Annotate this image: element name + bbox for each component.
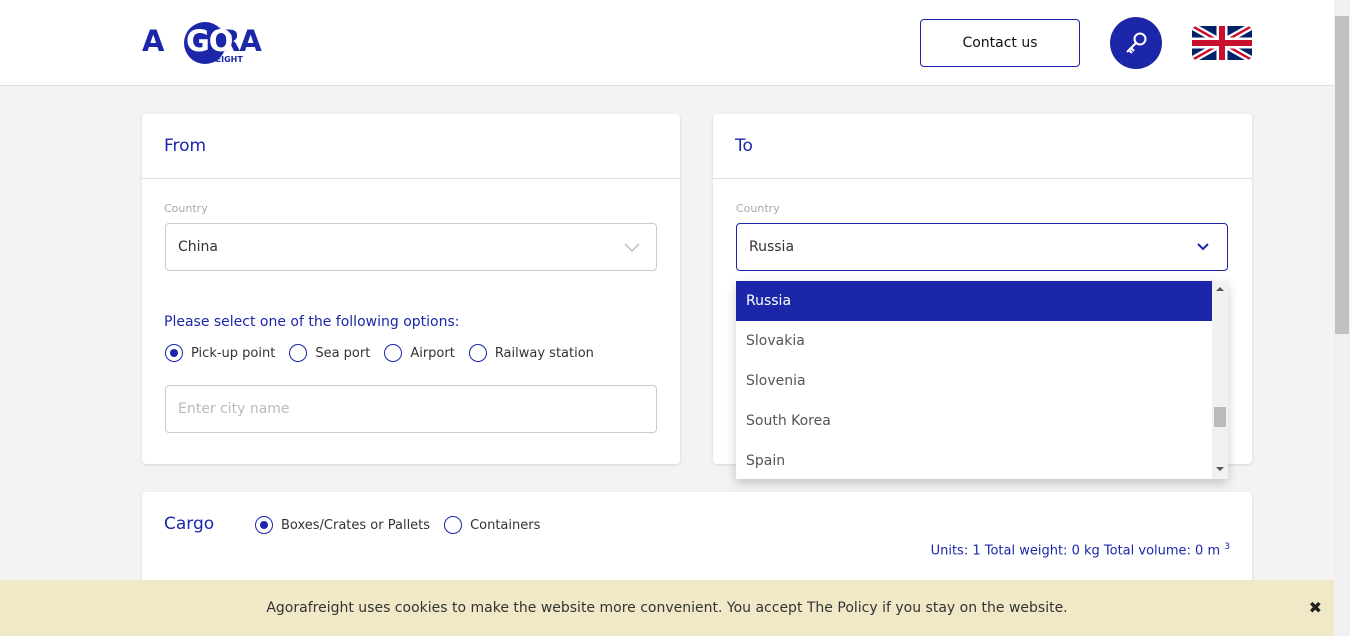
dropdown-scrollbar[interactable] bbox=[1212, 281, 1228, 479]
cookie-text: Agorafreight uses cookies to make the we… bbox=[266, 600, 1068, 616]
city-input[interactable]: Enter city name bbox=[165, 385, 657, 433]
options-label: Please select one of the following optio… bbox=[164, 314, 460, 330]
cookie-banner: Agorafreight uses cookies to make the we… bbox=[0, 580, 1334, 636]
uk-flag-icon bbox=[1192, 26, 1252, 60]
to-country-label: Country bbox=[736, 202, 780, 215]
from-card: From Country China Please select one of … bbox=[142, 114, 680, 464]
from-country-value: China bbox=[178, 239, 218, 255]
radio-pickup-point[interactable]: Pick-up point bbox=[165, 344, 275, 362]
from-country-select[interactable]: China bbox=[165, 223, 657, 271]
to-country-value: Russia bbox=[749, 239, 795, 255]
radio-sea-port[interactable]: Sea port bbox=[289, 344, 370, 362]
contact-us-button[interactable]: Contact us bbox=[920, 19, 1080, 67]
language-button[interactable] bbox=[1192, 26, 1252, 60]
dropdown-option[interactable]: Russia bbox=[736, 281, 1212, 321]
radio-containers[interactable]: Containers bbox=[444, 516, 540, 534]
close-icon[interactable]: ✖ bbox=[1309, 580, 1322, 636]
login-button[interactable] bbox=[1110, 17, 1162, 69]
cargo-summary: Units: 1 Total weight: 0 kg Total volume… bbox=[930, 542, 1230, 559]
city-placeholder: Enter city name bbox=[178, 401, 290, 417]
agora-freight-logo[interactable]: A RA GO FREIGHT bbox=[142, 22, 262, 66]
cargo-title: Cargo bbox=[164, 514, 215, 534]
from-country-label: Country bbox=[164, 202, 208, 215]
dropdown-option[interactable]: South Korea bbox=[736, 401, 1212, 441]
key-icon bbox=[1126, 32, 1147, 54]
dropdown-option[interactable]: Slovakia bbox=[736, 321, 1212, 361]
chevron-down-icon bbox=[1197, 243, 1209, 251]
dropdown-option[interactable]: Spain bbox=[736, 441, 1212, 479]
page-scrollbar[interactable] bbox=[1334, 0, 1350, 636]
radio-railway-station[interactable]: Railway station bbox=[468, 344, 594, 362]
to-title: To bbox=[735, 136, 753, 156]
radio-boxes-pallets[interactable]: Boxes/Crates or Pallets bbox=[255, 516, 430, 534]
country-dropdown[interactable]: Russia Slovakia Slovenia South Korea Spa… bbox=[736, 281, 1228, 479]
chevron-down-icon bbox=[624, 243, 640, 253]
from-title: From bbox=[164, 136, 207, 156]
to-country-select[interactable]: Russia bbox=[736, 223, 1228, 271]
header: A RA GO FREIGHT Contact us bbox=[0, 0, 1334, 86]
dropdown-option[interactable]: Slovenia bbox=[736, 361, 1212, 401]
radio-airport[interactable]: Airport bbox=[384, 344, 455, 362]
